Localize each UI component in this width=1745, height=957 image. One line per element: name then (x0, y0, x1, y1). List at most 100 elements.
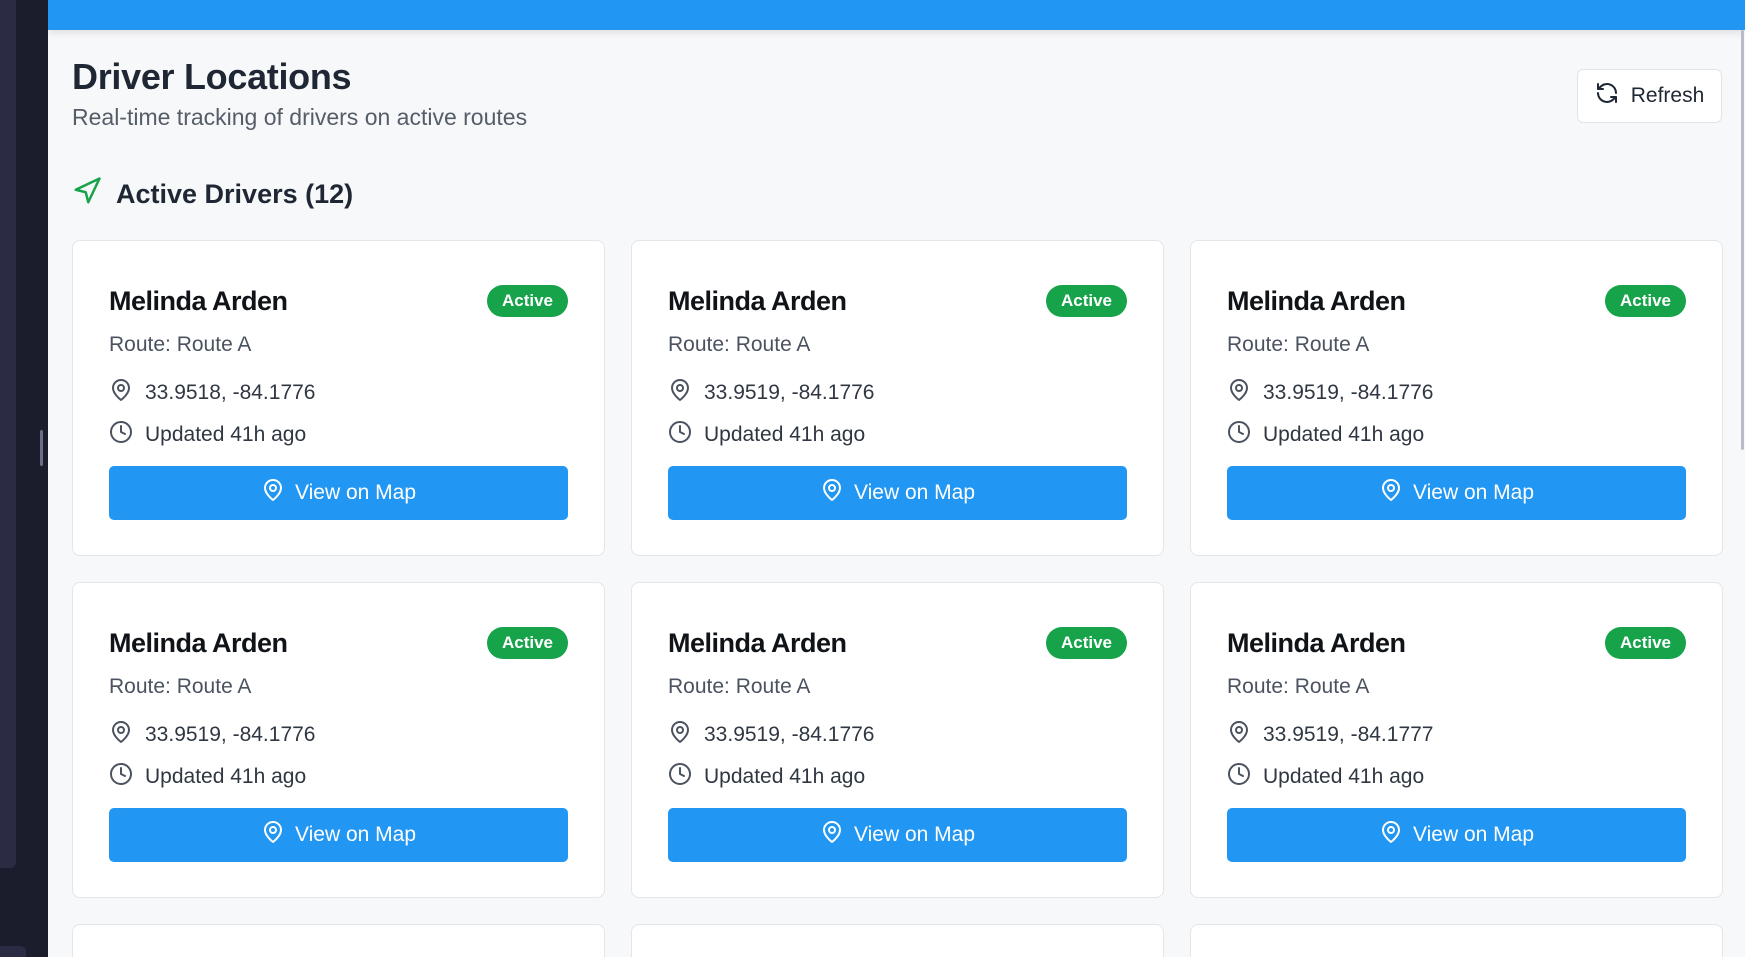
status-badge: Active (1045, 627, 1127, 659)
driver-name: Melinda Arden (668, 627, 847, 658)
card-header: Melinda Arden Active (668, 623, 1127, 663)
driver-coordinates: 33.9519, -84.1776 (704, 723, 875, 746)
view-on-map-label: View on Map (853, 481, 976, 504)
map-pin-icon (261, 478, 285, 508)
map-pin-icon (109, 378, 133, 408)
driver-card-partial (631, 924, 1164, 957)
last-updated: Updated 41h ago (1263, 765, 1425, 788)
map-pin-icon (668, 720, 692, 750)
section-heading: Active Drivers (12) (72, 176, 353, 212)
driver-name: Melinda Arden (1227, 627, 1406, 658)
last-updated: Updated 41h ago (145, 423, 307, 446)
view-on-map-label: View on Map (853, 823, 976, 846)
section-title: Active Drivers (12) (116, 178, 354, 209)
status-badge: Active (486, 285, 568, 317)
clock-icon (1227, 762, 1251, 792)
clock-icon (668, 762, 692, 792)
scrollbar-thumb[interactable] (1741, 30, 1744, 450)
driver-route: Route: Route A (1227, 675, 1370, 698)
driver-card-partial (72, 924, 605, 957)
main-content: Driver Locations Real-time tracking of d… (48, 0, 1745, 957)
coordinates-row: 33.9519, -84.1776 (109, 721, 568, 749)
driver-coordinates: 33.9519, -84.1776 (145, 723, 316, 746)
view-on-map-button[interactable]: View on Map (1227, 466, 1686, 520)
page-title: Driver Locations (72, 56, 352, 97)
driver-card: Melinda Arden Active Route: Route A 33.9… (72, 240, 605, 556)
map-pin-icon (1227, 378, 1251, 408)
driver-route: Route: Route A (109, 333, 252, 356)
top-app-bar (48, 0, 1745, 30)
last-updated: Updated 41h ago (704, 765, 866, 788)
updated-row: Updated 41h ago (1227, 421, 1686, 449)
clock-icon (668, 420, 692, 450)
view-on-map-button[interactable]: View on Map (109, 466, 568, 520)
sidebar-footer (0, 946, 26, 957)
updated-row: Updated 41h ago (109, 763, 568, 791)
view-on-map-button[interactable]: View on Map (668, 808, 1127, 862)
map-pin-icon (820, 820, 844, 850)
status-badge: Active (1604, 627, 1686, 659)
clock-icon (109, 762, 133, 792)
refresh-button[interactable]: Refresh (1577, 69, 1722, 123)
map-pin-icon (1379, 478, 1403, 508)
card-header: Melinda Arden Active (109, 281, 568, 321)
sidebar-resize-handle[interactable] (40, 430, 43, 466)
view-on-map-label: View on Map (294, 481, 417, 504)
card-header: Melinda Arden Active (668, 281, 1127, 321)
view-on-map-label: View on Map (294, 823, 417, 846)
map-pin-icon (1379, 820, 1403, 850)
view-on-map-button[interactable]: View on Map (668, 466, 1127, 520)
updated-row: Updated 41h ago (109, 421, 568, 449)
driver-route: Route: Route A (1227, 333, 1370, 356)
scrollbar[interactable] (1739, 30, 1745, 450)
view-on-map-button[interactable]: View on Map (1227, 808, 1686, 862)
view-on-map-label: View on Map (1412, 823, 1535, 846)
card-header: Melinda Arden Active (109, 623, 568, 663)
view-on-map-button[interactable]: View on Map (109, 808, 568, 862)
driver-card-partial (1190, 924, 1723, 957)
refresh-icon (1595, 81, 1619, 111)
driver-card: Melinda Arden Active Route: Route A 33.9… (1190, 240, 1723, 556)
coordinates-row: 33.9519, -84.1776 (668, 379, 1127, 407)
navigation-arrow-icon (72, 176, 102, 213)
card-header: Melinda Arden Active (1227, 623, 1686, 663)
drivers-grid: Melinda Arden Active Route: Route A 33.9… (72, 240, 1723, 957)
page-header: Driver Locations Real-time tracking of d… (72, 54, 1722, 134)
refresh-label: Refresh (1630, 84, 1705, 107)
updated-row: Updated 41h ago (1227, 763, 1686, 791)
driver-coordinates: 33.9519, -84.1776 (704, 381, 875, 404)
last-updated: Updated 41h ago (145, 765, 307, 788)
driver-route: Route: Route A (668, 675, 811, 698)
driver-coordinates: 33.9519, -84.1776 (1263, 381, 1434, 404)
driver-card: Melinda Arden Active Route: Route A 33.9… (631, 582, 1164, 898)
status-badge: Active (486, 627, 568, 659)
driver-coordinates: 33.9518, -84.1776 (145, 381, 316, 404)
map-pin-icon (820, 478, 844, 508)
sidebar-panel (0, 0, 16, 868)
coordinates-row: 33.9519, -84.1776 (668, 721, 1127, 749)
map-pin-icon (1227, 720, 1251, 750)
updated-row: Updated 41h ago (668, 421, 1127, 449)
coordinates-row: 33.9518, -84.1776 (109, 379, 568, 407)
clock-icon (1227, 420, 1251, 450)
status-badge: Active (1604, 285, 1686, 317)
driver-route: Route: Route A (109, 675, 252, 698)
driver-card: Melinda Arden Active Route: Route A 33.9… (631, 240, 1164, 556)
driver-name: Melinda Arden (109, 627, 288, 658)
driver-name: Melinda Arden (109, 285, 288, 316)
coordinates-row: 33.9519, -84.1777 (1227, 721, 1686, 749)
updated-row: Updated 41h ago (668, 763, 1127, 791)
coordinates-row: 33.9519, -84.1776 (1227, 379, 1686, 407)
driver-route: Route: Route A (668, 333, 811, 356)
status-badge: Active (1045, 285, 1127, 317)
driver-card: Melinda Arden Active Route: Route A 33.9… (72, 582, 605, 898)
driver-name: Melinda Arden (1227, 285, 1406, 316)
card-header: Melinda Arden Active (1227, 281, 1686, 321)
map-pin-icon (109, 720, 133, 750)
map-pin-icon (261, 820, 285, 850)
last-updated: Updated 41h ago (1263, 423, 1425, 446)
driver-card: Melinda Arden Active Route: Route A 33.9… (1190, 582, 1723, 898)
map-pin-icon (668, 378, 692, 408)
driver-coordinates: 33.9519, -84.1777 (1263, 723, 1434, 746)
page-subtitle: Real-time tracking of drivers on active … (72, 104, 528, 130)
